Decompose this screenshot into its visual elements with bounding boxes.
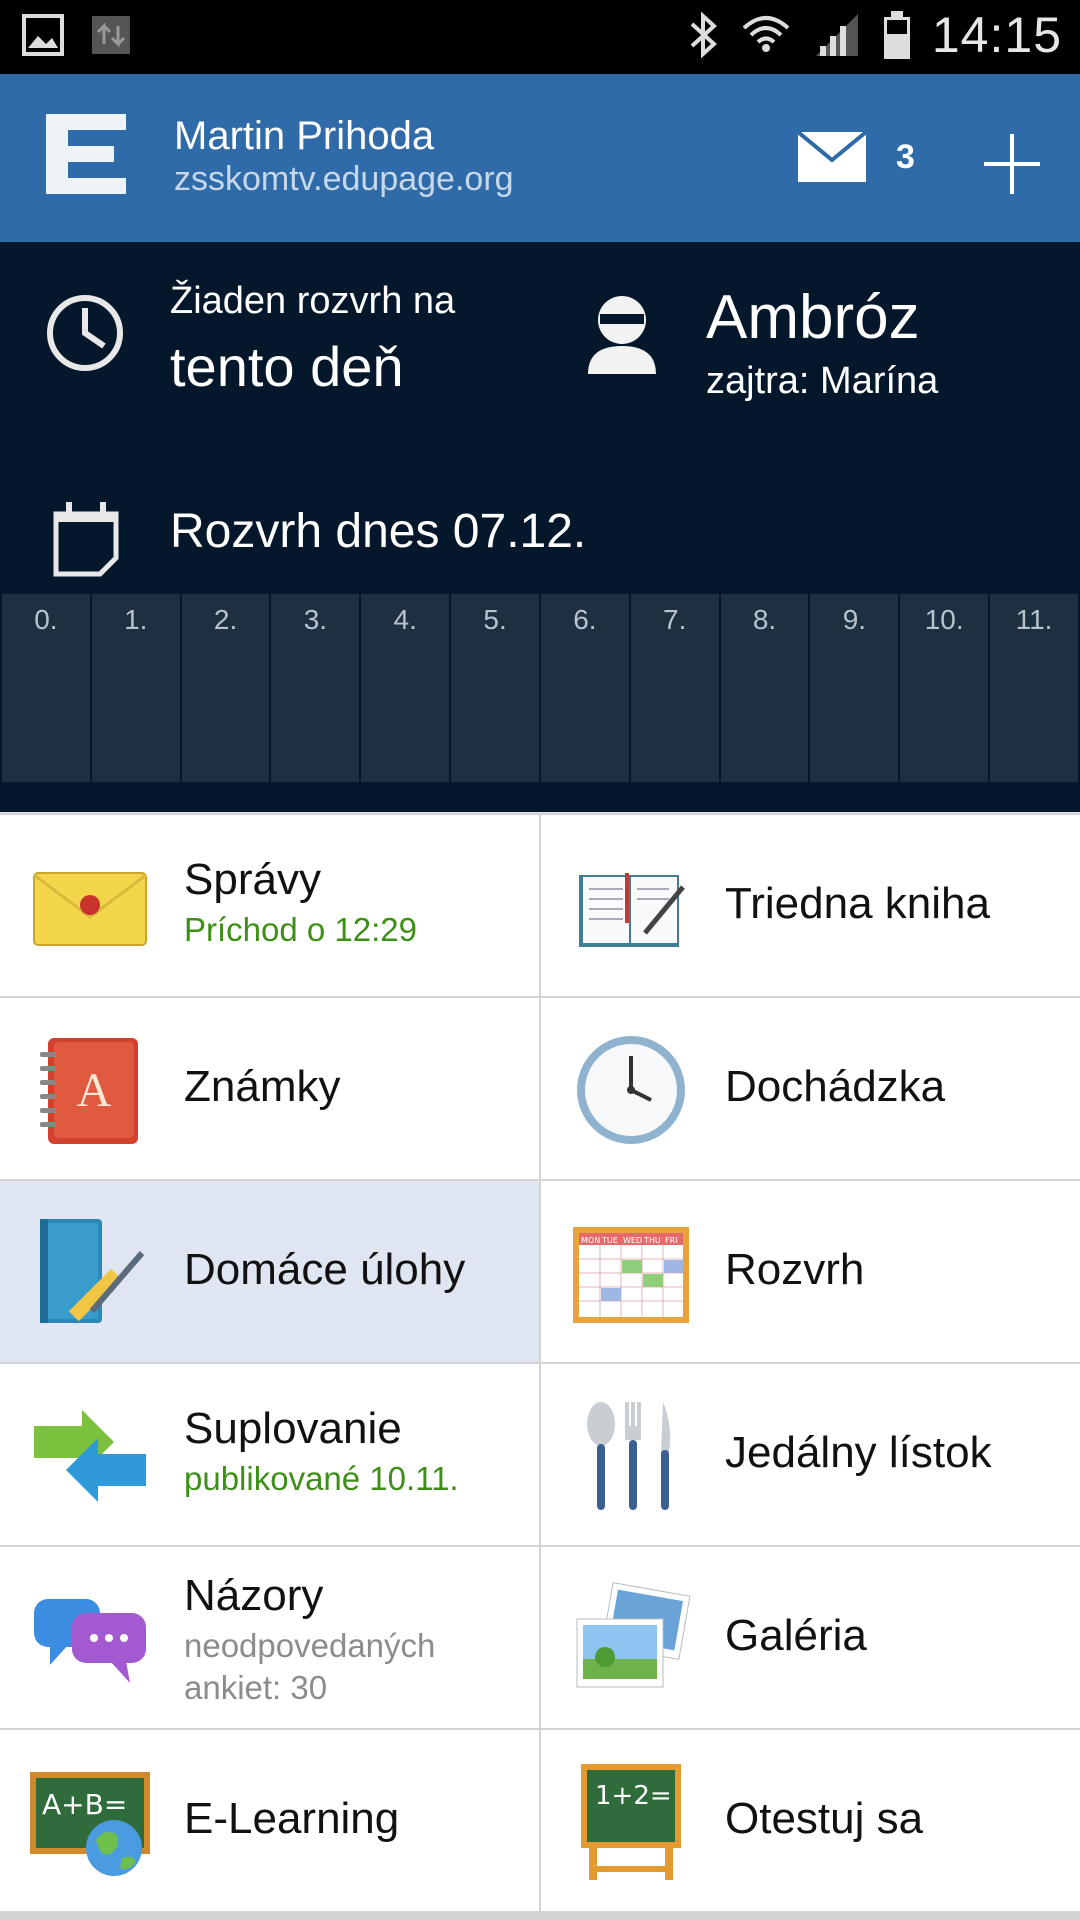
photo-gallery-icon bbox=[576, 1582, 691, 1688]
timetable-day-label: MON bbox=[581, 1236, 600, 1245]
tile-subtitle: neodpovedaných bbox=[184, 1627, 436, 1664]
tile-spravy[interactable]: Správy Príchod o 12:29 bbox=[0, 815, 539, 996]
tile-jedalny-listok[interactable]: Jedálny lístok bbox=[541, 1364, 1080, 1545]
timetable-day-label: WED bbox=[623, 1236, 642, 1245]
tile-galeria[interactable]: Galéria bbox=[541, 1547, 1080, 1728]
svg-text:A: A bbox=[77, 1064, 112, 1117]
school-domain[interactable]: zsskomtv.edupage.org bbox=[174, 160, 514, 199]
dashboard-panel: Žiaden rozvrh na tento deň Ambróz zajtra… bbox=[0, 242, 1080, 812]
cutlery-icon bbox=[587, 1402, 671, 1510]
timetable-day-label: TUE bbox=[601, 1236, 618, 1245]
tile-suplovanie[interactable]: Suplovanie publikované 10.11. bbox=[0, 1364, 539, 1545]
e-learning-board-icon: A+B= bbox=[30, 1772, 150, 1876]
tile-title: Správy bbox=[184, 855, 321, 904]
period-cell: 3. bbox=[271, 594, 360, 782]
period-cell: 1. bbox=[91, 594, 180, 782]
tile-otestuj-sa[interactable]: 1+2= Otestuj sa bbox=[541, 1730, 1080, 1911]
period-cell: 5. bbox=[451, 594, 539, 782]
signal-icon bbox=[815, 14, 858, 56]
mail-icon[interactable] bbox=[798, 132, 866, 182]
user-name[interactable]: Martin Prihoda bbox=[174, 114, 434, 159]
tile-title: Suplovanie bbox=[184, 1404, 402, 1453]
calendar-icon bbox=[53, 502, 119, 577]
attendance-clock-icon bbox=[577, 1036, 685, 1144]
period-cell: 8. bbox=[720, 594, 809, 782]
period-cell: 4. bbox=[361, 594, 450, 782]
module-grid: Správy Príchod o 12:29 Triedna kniha A Z… bbox=[0, 813, 1080, 1920]
timetable-status-line2[interactable]: tento deň bbox=[170, 334, 404, 399]
schedule-today-title[interactable]: Rozvrh dnes 07.12. bbox=[170, 504, 586, 559]
tile-triedna-kniha[interactable]: Triedna kniha bbox=[541, 815, 1080, 996]
timetable-day-label: FRI bbox=[665, 1236, 678, 1245]
tile-title: Názory bbox=[184, 1571, 324, 1620]
tile-title: Rozvrh bbox=[725, 1245, 865, 1294]
test-board-icon: 1+2= bbox=[581, 1764, 681, 1880]
period-strip[interactable]: 0. 1. 2. 3. 4. 5. 6. 7. 8. 9. 10. 11. bbox=[2, 594, 1078, 782]
tile-title: Triedna kniha bbox=[725, 879, 990, 928]
period-cell: 0. bbox=[2, 594, 90, 782]
tile-title: Známky bbox=[184, 1062, 341, 1111]
chat-bubbles-icon bbox=[34, 1599, 146, 1683]
timetable-icon: MON TUE WED THU FRI bbox=[573, 1227, 689, 1323]
period-cell: 2. bbox=[181, 594, 270, 782]
tile-title: Galéria bbox=[725, 1611, 867, 1660]
battery-icon bbox=[883, 11, 910, 59]
period-cell: 10. bbox=[900, 594, 989, 782]
tile-title: E-Learning bbox=[184, 1794, 400, 1843]
period-cell: 9. bbox=[810, 594, 899, 782]
grades-book-icon: A bbox=[40, 1038, 138, 1144]
wifi-icon bbox=[742, 16, 790, 52]
tile-rozvrh[interactable]: MON TUE WED THU FRI Rozvrh bbox=[541, 1181, 1080, 1362]
tile-title: Jedálny lístok bbox=[725, 1428, 992, 1477]
period-cell: 11. bbox=[990, 594, 1078, 782]
transfer-icon bbox=[92, 16, 130, 54]
tile-nazory[interactable]: Názory neodpovedaných ankiet: 30 bbox=[0, 1547, 539, 1728]
tile-znamky[interactable]: A Známky bbox=[0, 998, 539, 1179]
bluetooth-icon bbox=[690, 11, 717, 59]
homework-icon bbox=[40, 1219, 145, 1323]
person-icon bbox=[588, 296, 656, 374]
timetable-status-line1[interactable]: Žiaden rozvrh na bbox=[170, 280, 455, 323]
tile-e-learning[interactable]: A+B= E-Learning bbox=[0, 1730, 539, 1911]
clock-icon bbox=[47, 295, 123, 371]
tile-title: Dochádzka bbox=[725, 1062, 946, 1111]
tile-title: Domáce úlohy bbox=[184, 1245, 466, 1294]
swap-arrows-icon bbox=[34, 1410, 146, 1502]
board-text: 1+2= bbox=[595, 1781, 672, 1811]
tile-domace-ulohy[interactable]: Domáce úlohy bbox=[0, 1181, 539, 1362]
timetable-day-label: THU bbox=[643, 1236, 661, 1245]
period-cell: 6. bbox=[540, 594, 629, 782]
class-book-icon bbox=[579, 873, 685, 947]
period-cell: 7. bbox=[630, 594, 719, 782]
status-bar: 14:15 bbox=[0, 0, 1080, 74]
tile-title: Otestuj sa bbox=[725, 1794, 924, 1843]
tile-subtitle: Príchod o 12:29 bbox=[184, 911, 417, 948]
board-text: A+B= bbox=[42, 1788, 127, 1821]
mail-count-badge[interactable]: 3 bbox=[896, 138, 915, 177]
tile-dochadzka[interactable]: Dochádzka bbox=[541, 998, 1080, 1179]
edupage-logo-icon[interactable] bbox=[44, 112, 128, 196]
add-icon[interactable] bbox=[984, 126, 1040, 198]
tile-subtitle: ankiet: 30 bbox=[184, 1669, 328, 1706]
app-bar: Martin Prihoda zsskomtv.edupage.org 3 bbox=[0, 74, 1080, 242]
tile-subtitle: publikované 10.11. bbox=[184, 1460, 459, 1497]
envelope-icon bbox=[33, 872, 147, 946]
nameday-tomorrow: zajtra: Marína bbox=[706, 360, 939, 402]
status-time: 14:15 bbox=[931, 7, 1062, 63]
gallery-icon bbox=[22, 14, 64, 56]
nameday-today: Ambróz bbox=[706, 283, 920, 352]
